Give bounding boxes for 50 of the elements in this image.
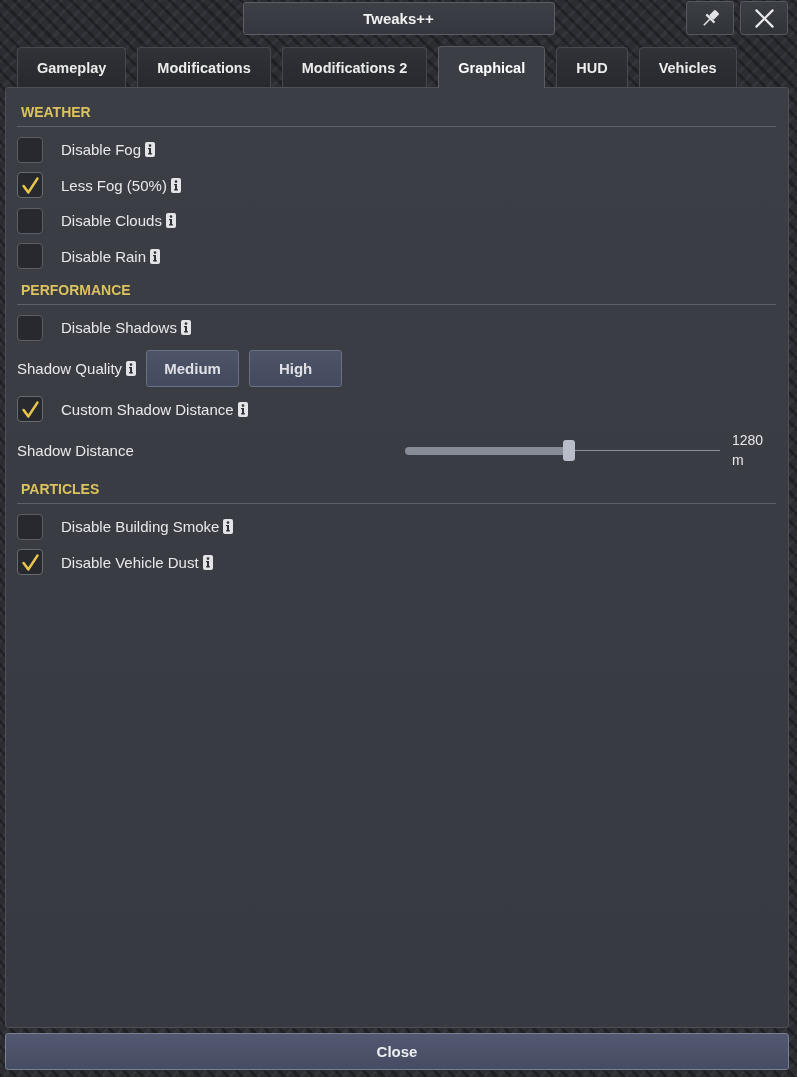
close-button[interactable]: Close (5, 1033, 789, 1070)
close-icon (754, 8, 774, 28)
tab[interactable]: Vehicles (638, 47, 737, 87)
option-button[interactable]: Medium (146, 350, 240, 387)
checkmark-icon (21, 400, 39, 418)
tab[interactable]: Gameplay (17, 47, 127, 87)
tab[interactable]: HUD (556, 47, 628, 87)
info-icon[interactable] (170, 177, 181, 193)
checkmark-icon (21, 553, 39, 571)
checkmark-icon (21, 176, 39, 194)
slider-thumb[interactable] (562, 439, 575, 461)
setting-label: Disable Rain (61, 247, 147, 265)
info-icon[interactable] (237, 401, 248, 417)
info-icon[interactable] (165, 213, 176, 229)
info-icon[interactable] (202, 554, 213, 570)
slider-value: 1280 m (732, 431, 765, 470)
info-icon[interactable] (150, 248, 161, 264)
info-icon[interactable] (126, 361, 137, 376)
setting-label: Shadow Distance (17, 441, 134, 459)
info-icon[interactable] (223, 519, 234, 535)
setting-label: Disable Shadows (61, 319, 177, 337)
tab[interactable]: Modifications 2 (281, 47, 428, 87)
section-heading: PARTICLES (21, 481, 100, 497)
pin-button[interactable] (686, 1, 734, 35)
checkbox[interactable] (17, 207, 43, 234)
window-title: Tweaks++ (242, 2, 555, 35)
pin-icon (700, 8, 720, 28)
setting-label: Custom Shadow Distance (61, 400, 234, 418)
setting-label: Disable Vehicle Dust (61, 553, 199, 571)
checkbox[interactable] (17, 136, 43, 163)
checkbox[interactable] (17, 396, 43, 423)
setting-label: Disable Building Smoke (61, 518, 220, 536)
option-button[interactable]: High (249, 350, 343, 387)
setting-label: Disable Clouds (61, 212, 162, 230)
tab[interactable]: Modifications (137, 47, 271, 87)
info-icon[interactable] (145, 142, 156, 158)
checkbox[interactable] (17, 243, 43, 270)
slider-track[interactable] (405, 439, 720, 461)
close-button[interactable] (740, 1, 788, 35)
tab[interactable]: Graphical (438, 46, 546, 88)
section-heading: WEATHER (21, 104, 91, 120)
section-heading: PERFORMANCE (21, 282, 131, 298)
checkbox[interactable] (17, 513, 43, 540)
setting-label: Disable Fog (61, 141, 142, 159)
setting-label: Less Fog (50%) (61, 176, 167, 194)
info-icon[interactable] (180, 320, 191, 336)
checkbox[interactable] (17, 549, 43, 576)
setting-label: Shadow Quality (17, 360, 123, 377)
checkbox[interactable] (17, 172, 43, 199)
checkbox[interactable] (17, 314, 43, 341)
